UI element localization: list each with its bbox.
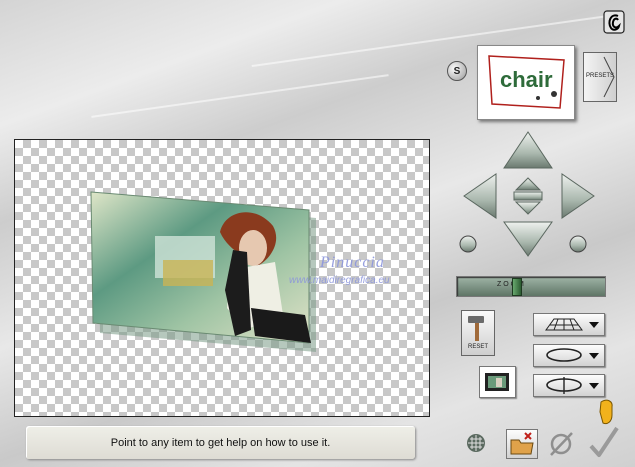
background-streak (91, 74, 389, 118)
watermark-site: www.maidiregrafica.eu (289, 275, 390, 286)
reset-button[interactable]: RESET (461, 310, 495, 356)
zoom-slider[interactable]: Z O O M (456, 276, 606, 297)
open-folder-button[interactable] (506, 429, 538, 459)
center-button[interactable] (513, 191, 543, 201)
zoom-knob[interactable] (512, 278, 522, 296)
cancel-icon[interactable] (545, 430, 577, 458)
flip-dropdown[interactable] (533, 374, 605, 397)
rotate-ring-icon (546, 348, 599, 362)
rotation-dropdown[interactable] (533, 344, 605, 367)
help-bar: Point to any item to get help on how to … (26, 426, 415, 459)
corel-logo-icon (603, 10, 625, 34)
preset-thumbnail-text: chair (500, 67, 553, 92)
nudge-down-icon[interactable] (514, 201, 542, 215)
arrow-up-icon[interactable] (503, 131, 553, 169)
preview-canvas[interactable]: Pinuccia www.maidiregrafica.eu (14, 139, 430, 417)
reset-hammer-icon (468, 316, 484, 341)
grid-toggle-icon (467, 434, 485, 452)
chevron-down-icon (589, 353, 599, 359)
preset-thumbnail[interactable]: chair (477, 45, 575, 120)
help-text: Point to any item to get help on how to … (110, 436, 331, 449)
flip-icon (546, 377, 599, 394)
rotate-left-icon[interactable] (459, 235, 477, 253)
chevron-down-icon (589, 322, 599, 328)
plugin-window: S chair PRESETS Pinuccia www.maidiregraf… (0, 0, 635, 467)
sync-button-label: S (453, 65, 461, 77)
chevron-down-icon (589, 383, 599, 389)
presets-button[interactable]: PRESETS (583, 52, 617, 102)
perspective-grid-icon (545, 318, 599, 331)
reset-label: RESET (467, 344, 488, 350)
watermark-name: Pinuccia (320, 254, 385, 271)
image-thumbnail-icon (485, 373, 509, 391)
ok-check-icon[interactable] (587, 424, 621, 460)
preset-thumbnail-image: chair (488, 55, 565, 109)
grid-toggle-button[interactable] (466, 433, 486, 453)
arrow-left-icon[interactable] (463, 173, 497, 219)
arrow-pad (459, 131, 595, 257)
chevron-right-icon (603, 56, 615, 98)
rotate-right-icon[interactable] (569, 235, 587, 253)
image-thumbnail-button[interactable] (479, 366, 516, 398)
sync-button[interactable]: S (447, 61, 467, 81)
open-folder-icon (510, 432, 534, 455)
perspective-dropdown[interactable] (533, 313, 605, 336)
arrow-down-icon[interactable] (503, 221, 553, 257)
arrow-right-icon[interactable] (561, 173, 595, 219)
nudge-up-icon[interactable] (514, 177, 542, 191)
